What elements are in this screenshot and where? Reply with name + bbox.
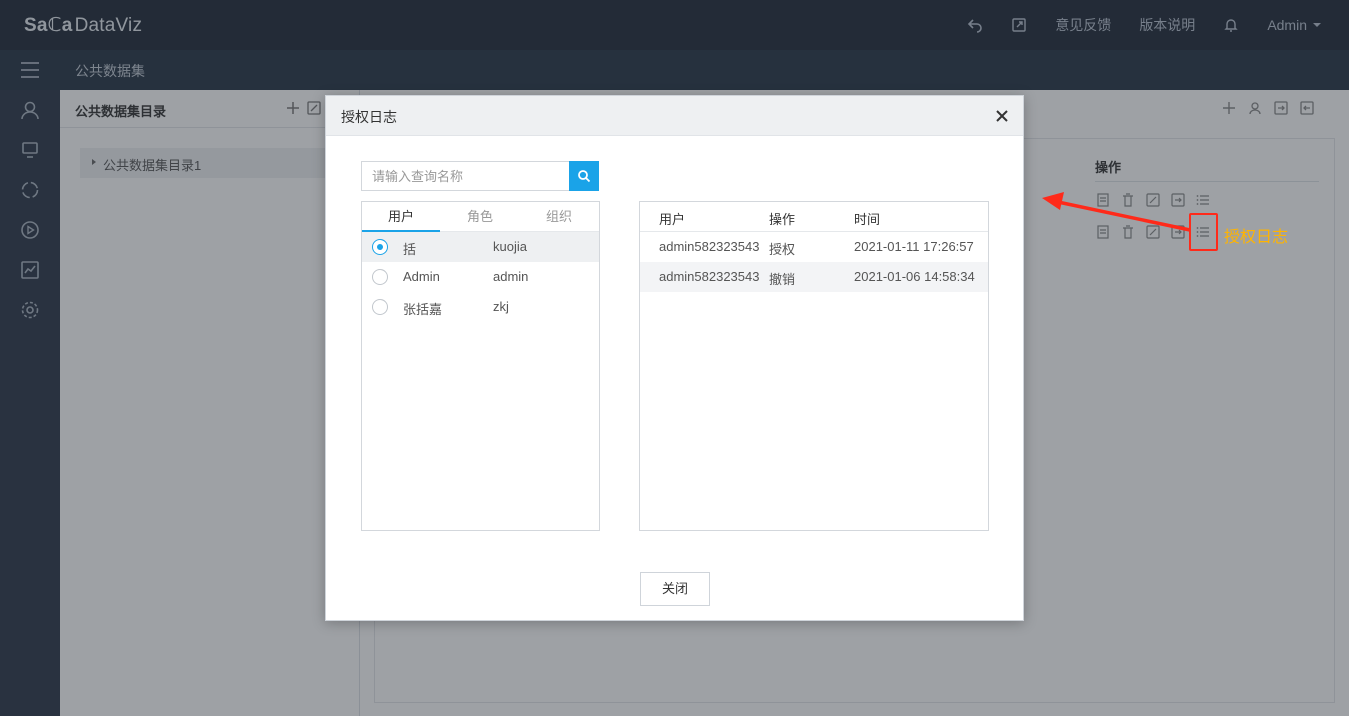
user-display-name: 张括嘉 <box>403 302 443 317</box>
table-row: admin582323543 授权 2021-01-11 17:26:57 <box>640 232 988 262</box>
cell-time: 2021-01-06 14:58:34 <box>854 269 975 284</box>
tab-user[interactable]: 用户 <box>362 202 440 232</box>
user-login: zkj <box>493 299 509 314</box>
cell-user: admin582323543 <box>659 239 760 254</box>
auth-log-dialog: 授权日志 用户 角色 组织 括 kuojia Admin admin 张括嘉 z… <box>325 95 1024 621</box>
dialog-title: 授权日志 <box>341 109 397 125</box>
tab-organization[interactable]: 组织 <box>520 202 598 232</box>
user-login: kuojia <box>493 239 527 254</box>
cell-action: 撤销 <box>769 272 796 287</box>
search-bar <box>361 161 600 191</box>
subject-list: 用户 角色 组织 括 kuojia Admin admin 张括嘉 zkj <box>361 201 600 531</box>
annotation-arrow-icon <box>1042 192 1191 232</box>
close-button[interactable]: 关闭 <box>640 572 710 606</box>
column-header-user: 用户 <box>659 212 686 227</box>
table-header: 用户 操作 时间 <box>640 202 988 232</box>
annotation-label: 授权日志 <box>1224 229 1289 246</box>
column-header-time: 时间 <box>854 212 881 227</box>
annotation-highlight <box>1189 213 1218 251</box>
dialog-header: 授权日志 <box>326 96 1023 136</box>
radio-button[interactable] <box>372 239 388 255</box>
auth-log-table: 用户 操作 时间 admin582323543 授权 2021-01-11 17… <box>639 201 989 531</box>
close-icon[interactable] <box>994 108 1010 124</box>
cell-action: 授权 <box>769 242 796 257</box>
list-item[interactable]: 张括嘉 zkj <box>362 292 599 322</box>
search-input[interactable] <box>361 161 570 191</box>
tab-role[interactable]: 角色 <box>441 202 519 232</box>
user-login: admin <box>493 269 529 284</box>
subject-tabs: 用户 角色 组织 <box>362 202 599 232</box>
cell-time: 2021-01-11 17:26:57 <box>854 239 974 254</box>
user-display-name: Admin <box>403 269 440 284</box>
radio-button[interactable] <box>372 299 388 315</box>
radio-button[interactable] <box>372 269 388 285</box>
cell-user: admin582323543 <box>659 269 760 284</box>
user-display-name: 括 <box>403 242 417 257</box>
table-row: admin582323543 撤销 2021-01-06 14:58:34 <box>640 262 988 292</box>
list-item[interactable]: 括 kuojia <box>362 232 599 262</box>
search-button[interactable] <box>569 161 599 191</box>
list-item[interactable]: Admin admin <box>362 262 599 292</box>
column-header-action: 操作 <box>769 212 796 227</box>
search-icon <box>578 170 591 183</box>
